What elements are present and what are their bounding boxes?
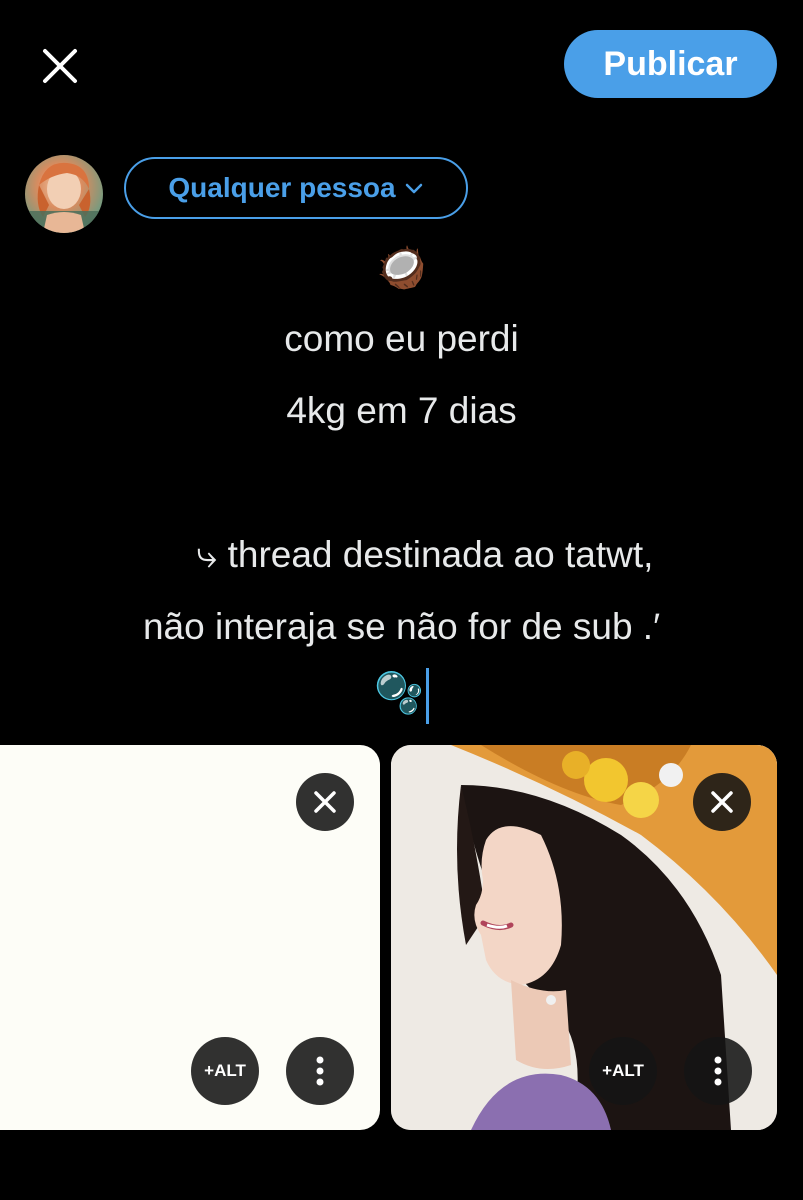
vertical-dots-icon [316, 1056, 324, 1086]
remove-media-button[interactable] [296, 773, 354, 831]
text-line-4: não interaja se não for de sub .′ [142, 606, 661, 647]
media-options-button[interactable] [684, 1037, 752, 1105]
media-options-button[interactable] [286, 1037, 354, 1105]
remove-media-button[interactable] [693, 773, 751, 831]
text-line-2: 4kg em 7 dias [286, 390, 517, 431]
close-button[interactable] [36, 42, 84, 90]
text-line-3: ⤷ thread destinada ao tatwt, [196, 534, 654, 575]
audience-selector[interactable]: Qualquer pessoa [124, 157, 468, 219]
close-icon [43, 49, 77, 83]
media-attachment-1[interactable]: +ALT [0, 745, 380, 1130]
add-alt-text-button[interactable]: +ALT [589, 1037, 657, 1105]
add-alt-text-button[interactable]: +ALT [191, 1037, 259, 1105]
publish-button[interactable]: Publicar [564, 30, 777, 98]
audience-label: Qualquer pessoa [168, 172, 396, 203]
text-cursor [425, 668, 429, 724]
coconut-emoji: 🥥 [376, 246, 427, 290]
vertical-dots-icon [714, 1056, 722, 1086]
bubbles-line: 🫧 [0, 668, 803, 724]
avatar[interactable] [25, 155, 103, 233]
close-icon [314, 791, 336, 813]
text-line-1: como eu perdi [284, 318, 519, 359]
media-attachment-2[interactable]: +ALT [391, 745, 777, 1130]
chevron-down-icon [405, 183, 422, 194]
close-icon [711, 791, 733, 813]
bubbles-emoji: 🫧 [374, 671, 424, 716]
